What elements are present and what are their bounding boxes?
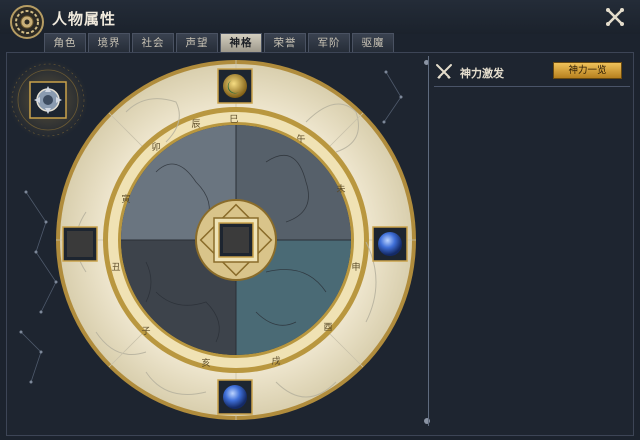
panel-separator — [434, 86, 630, 87]
ring-glyph: 戌 — [271, 355, 280, 367]
crescent-moon-orb-icon — [223, 74, 247, 98]
tab-honor[interactable]: 荣誉 — [264, 33, 306, 52]
tab-military-rank[interactable]: 军阶 — [308, 33, 350, 52]
crossed-swords-icon — [436, 64, 452, 79]
close-icon[interactable] — [604, 6, 626, 28]
character-attributes-window: 人物属性 角色 境界 社会 声望 神格 荣誉 军阶 驱魔 巳 午 未 申 酉 戌… — [0, 0, 640, 440]
ring-glyph: 亥 — [201, 357, 210, 369]
ring-glyph: 申 — [351, 261, 360, 273]
divine-emblem — [8, 60, 88, 140]
ring-glyph: 寅 — [121, 193, 130, 205]
divinity-panel: 巳 午 未 申 酉 戌 亥 子 丑 寅 卯 辰 — [6, 52, 426, 426]
divine-power-overview-button[interactable]: 神力一览 — [553, 62, 622, 79]
tab-divinity[interactable]: 神格 — [220, 33, 262, 52]
tab-realm[interactable]: 境界 — [88, 33, 130, 52]
tab-character[interactable]: 角色 — [44, 33, 86, 52]
bottom-slot[interactable] — [217, 379, 253, 415]
blue-gem-icon — [378, 232, 402, 256]
divine-power-title: 神力激发 — [460, 67, 504, 80]
divinity-wheel-art: 巳 午 未 申 酉 戌 亥 子 丑 寅 卯 辰 — [8, 60, 416, 420]
ring-glyph: 酉 — [323, 322, 332, 333]
tab-reputation[interactable]: 声望 — [176, 33, 218, 52]
panel-divider — [428, 56, 429, 426]
gear-emblem-icon — [10, 5, 44, 39]
title-bar: 人物属性 — [0, 0, 640, 39]
tab-exorcism[interactable]: 驱魔 — [352, 33, 394, 52]
left-slot[interactable] — [62, 226, 98, 262]
ring-glyph: 卯 — [151, 142, 160, 153]
ring-glyph: 丑 — [111, 262, 120, 273]
tab-society[interactable]: 社会 — [132, 33, 174, 52]
top-slot[interactable] — [217, 68, 253, 104]
ring-glyph: 午 — [296, 133, 305, 145]
right-slot[interactable] — [372, 226, 408, 262]
center-slot[interactable] — [218, 222, 254, 258]
blue-gem-icon — [223, 385, 247, 409]
ring-glyph: 未 — [336, 183, 345, 195]
ring-glyph: 辰 — [191, 119, 200, 130]
tab-bar: 角色 境界 社会 声望 神格 荣誉 军阶 驱魔 — [44, 33, 396, 52]
ring-glyph: 巳 — [229, 114, 238, 125]
ring-glyph: 子 — [141, 326, 150, 337]
window-title: 人物属性 — [52, 10, 117, 28]
divine-power-panel: 神力激发 神力一览 — [428, 56, 632, 426]
